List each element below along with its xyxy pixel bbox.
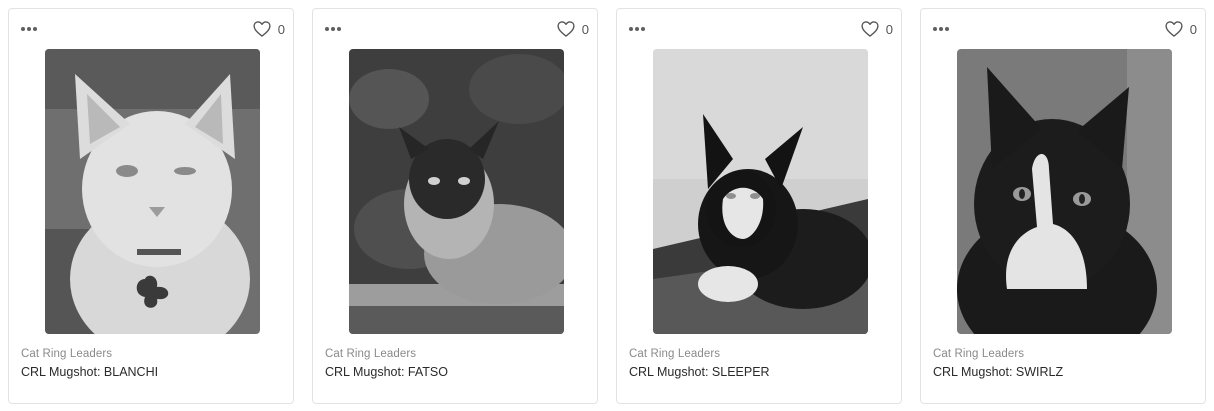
heart-icon xyxy=(861,21,879,37)
cat-photo[interactable] xyxy=(957,49,1172,334)
more-options-icon[interactable] xyxy=(325,19,347,39)
like-button[interactable]: 0 xyxy=(1164,18,1197,40)
product-card: 0 Cat Ring Leaders CRL Mugshot: SLEEPER xyxy=(616,8,902,404)
more-options-icon[interactable] xyxy=(933,19,955,39)
collection-name: Cat Ring Leaders xyxy=(21,348,113,360)
like-button[interactable]: 0 xyxy=(252,18,285,40)
collection-name: Cat Ring Leaders xyxy=(933,348,1025,360)
like-button[interactable]: 0 xyxy=(556,18,589,40)
collection-name: Cat Ring Leaders xyxy=(629,348,721,360)
like-button[interactable]: 0 xyxy=(860,18,893,40)
more-options-icon[interactable] xyxy=(21,19,43,39)
product-grid: 0 Cat Ring Leaders CRL Mugshot: BLANCHI … xyxy=(0,0,1214,411)
like-count: 0 xyxy=(277,21,285,37)
product-card: 0 Cat Ring Leaders CRL Mugshot: SWIRLZ xyxy=(920,8,1206,404)
cat-photo[interactable] xyxy=(45,49,260,334)
product-title[interactable]: CRL Mugshot: BLANCHI xyxy=(21,365,158,379)
product-card: 0 Cat Ring Leaders CRL Mugshot: BLANCHI xyxy=(8,8,294,404)
product-title[interactable]: CRL Mugshot: SLEEPER xyxy=(629,365,770,379)
product-title[interactable]: CRL Mugshot: SWIRLZ xyxy=(933,365,1063,379)
cat-photo[interactable] xyxy=(349,49,564,334)
collection-name: Cat Ring Leaders xyxy=(325,348,417,360)
heart-icon xyxy=(253,21,271,37)
more-options-icon[interactable] xyxy=(629,19,651,39)
product-card: 0 Cat Ring Leaders CRL Mugshot: FATSO xyxy=(312,8,598,404)
cat-photo[interactable] xyxy=(653,49,868,334)
like-count: 0 xyxy=(1189,21,1197,37)
heart-icon xyxy=(557,21,575,37)
heart-icon xyxy=(1165,21,1183,37)
product-title[interactable]: CRL Mugshot: FATSO xyxy=(325,365,448,379)
like-count: 0 xyxy=(581,21,589,37)
like-count: 0 xyxy=(885,21,893,37)
